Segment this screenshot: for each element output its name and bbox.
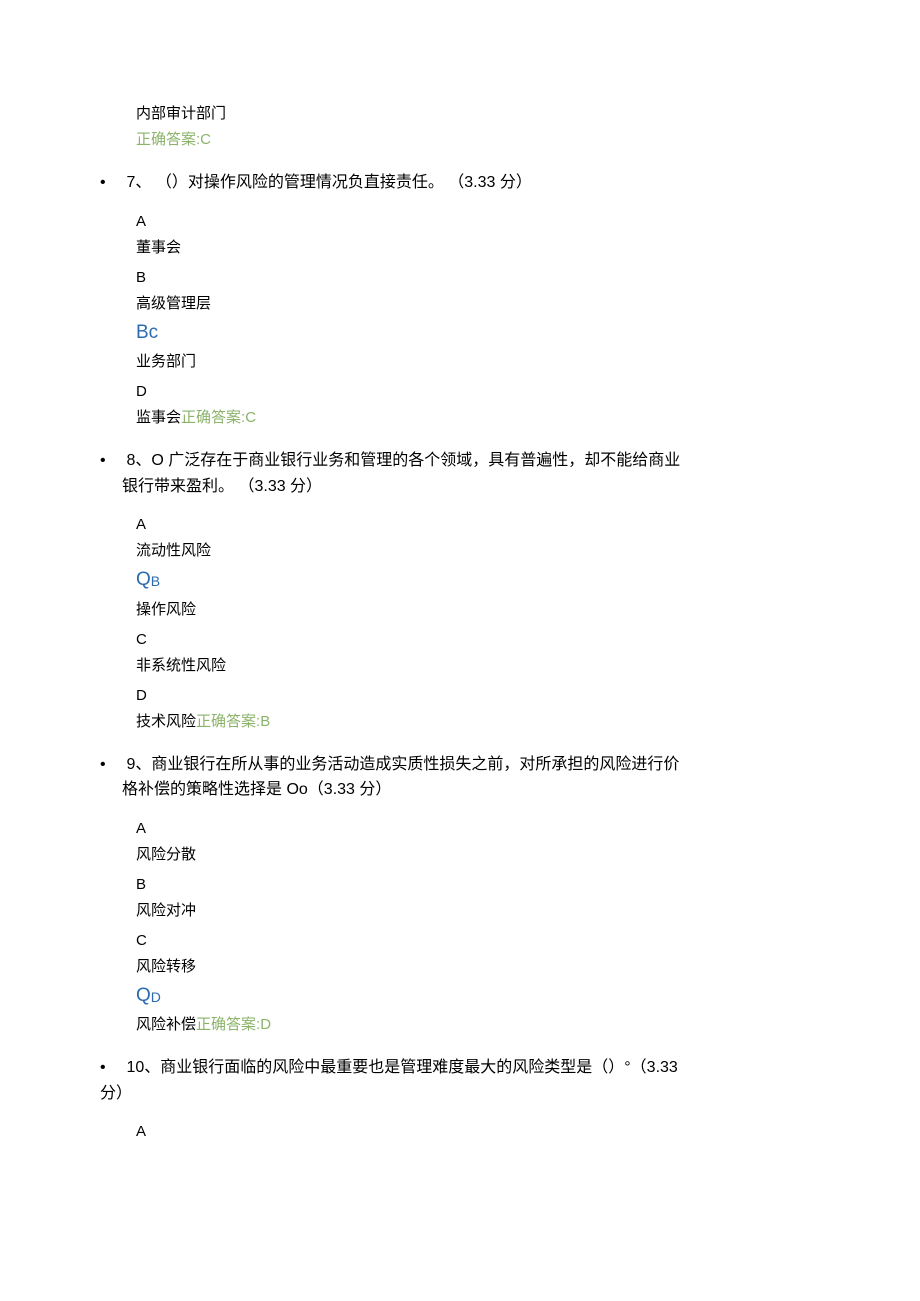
q8-c-letter: C [136, 628, 820, 652]
correct-answer-label: 正确答案: [196, 1016, 260, 1033]
q6-tail: 内部审计部门 正确答案:C [136, 102, 820, 152]
q7-a-letter: A [136, 210, 820, 234]
marker-sub: D [151, 989, 161, 1005]
q7-selection-marker: Bc [136, 318, 820, 348]
q7-options: A 董事会 B 高级管理层 Bc 业务部门 D 监事会正确答案:C [136, 210, 820, 430]
marker-sub: B [151, 573, 160, 589]
q10-options: A [136, 1120, 820, 1144]
correct-answer-label: 正确答案: [181, 409, 245, 426]
marker-main: Q [136, 985, 151, 1006]
q8-number: 8、 [126, 452, 151, 469]
q8-d-line: 技术风险正确答案:B [136, 710, 820, 734]
correct-answer-label: 正确答案: [136, 131, 200, 148]
correct-answer-value: D [260, 1016, 271, 1033]
correct-answer-value: C [200, 131, 211, 148]
q10-points-a: （3.33 [631, 1059, 678, 1076]
q9-a-text: 风险分散 [136, 843, 820, 867]
q10-number: 10、 [126, 1059, 160, 1076]
q7-points: （3.33 分） [448, 174, 532, 191]
q8-d-letter: D [136, 684, 820, 708]
q10-stem: • 10、商业银行面临的风险中最重要也是管理难度最大的风险类型是（）°（3.33… [100, 1055, 820, 1106]
q10-points-b: 分） [100, 1081, 820, 1107]
q8-selection-marker: QB [136, 565, 820, 595]
q8-c-text: 非系统性风险 [136, 654, 820, 678]
q8-stem: • 8、O 广泛存在于商业银行业务和管理的各个领域，具有普遍性，却不能给商业 银… [100, 448, 820, 499]
q9-a-letter: A [136, 817, 820, 841]
q10-a-letter: A [136, 1120, 820, 1144]
q7-b-letter: B [136, 266, 820, 290]
q8-a-text: 流动性风险 [136, 539, 820, 563]
q8-points: （3.33 分） [238, 478, 322, 495]
q9-d-line: 风险补偿正确答案:D [136, 1013, 820, 1037]
bullet-icon: • [100, 752, 122, 778]
q7-d-text: 监事会 [136, 409, 181, 426]
exam-page: 内部审计部门 正确答案:C • 7、 （）对操作风险的管理情况负直接责任。 （3… [0, 0, 920, 1184]
q9-stem: • 9、商业银行在所从事的业务活动造成实质性损失之前，对所承担的风险进行价 格补… [100, 752, 820, 803]
q8-b-text: 操作风险 [136, 598, 820, 622]
q9-text-line1: 商业银行在所从事的业务活动造成实质性损失之前，对所承担的风险进行价 [151, 756, 679, 773]
q7-a-text: 董事会 [136, 236, 820, 260]
q7-number: 7、 [126, 174, 151, 191]
correct-answer-label: 正确答案: [196, 713, 260, 730]
correct-answer-value: C [245, 409, 256, 426]
q9-b-text: 风险对冲 [136, 899, 820, 923]
correct-answer-value: B [260, 713, 270, 730]
q6-option-d-text: 内部审计部门 [136, 102, 820, 126]
q9-b-letter: B [136, 873, 820, 897]
bullet-icon: • [100, 1055, 122, 1081]
bullet-icon: • [100, 448, 122, 474]
q9-c-letter: C [136, 929, 820, 953]
q6-answer-line: 正确答案:C [136, 128, 820, 152]
q9-c-text: 风险转移 [136, 955, 820, 979]
q7-b-text: 高级管理层 [136, 292, 820, 316]
marker-main: Q [136, 569, 151, 590]
q7-text: （）对操作风险的管理情况负直接责任。 [156, 174, 444, 191]
q8-options: A 流动性风险 QB 操作风险 C 非系统性风险 D 技术风险正确答案:B [136, 513, 820, 733]
q9-options: A 风险分散 B 风险对冲 C 风险转移 QD 风险补偿正确答案:D [136, 817, 820, 1037]
q8-text-line2: 银行带来盈利。 [122, 478, 234, 495]
q9-d-text: 风险补偿 [136, 1016, 196, 1033]
q9-text-line2: 格补偿的策略性选择是 Oo [122, 781, 308, 798]
q8-a-letter: A [136, 513, 820, 537]
q9-points: （3.33 分） [308, 781, 392, 798]
q9-selection-marker: QD [136, 981, 820, 1011]
bullet-icon: • [100, 170, 122, 196]
q7-d-letter: D [136, 380, 820, 404]
q7-d-line: 监事会正确答案:C [136, 406, 820, 430]
q8-d-text: 技术风险 [136, 713, 196, 730]
q8-text-line1: O 广泛存在于商业银行业务和管理的各个领域，具有普遍性，却不能给商业 [151, 452, 680, 469]
q9-number: 9、 [126, 756, 151, 773]
q10-text: 商业银行面临的风险中最重要也是管理难度最大的风险类型是（）° [160, 1059, 630, 1076]
q7-stem: • 7、 （）对操作风险的管理情况负直接责任。 （3.33 分） [100, 170, 820, 196]
q7-c-text: 业务部门 [136, 350, 820, 374]
